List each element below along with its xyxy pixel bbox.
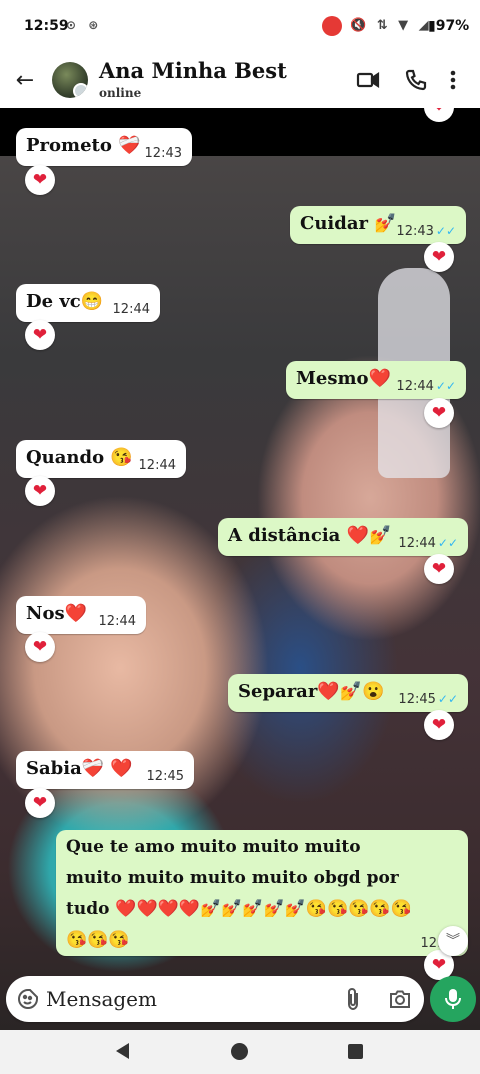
contact-avatar[interactable] [52, 62, 88, 98]
message-bubble-incoming[interactable]: De vc😁 12:44 [16, 284, 160, 322]
reaction-heart[interactable]: ❤ [424, 710, 454, 740]
reaction-heart[interactable]: ❤ [424, 398, 454, 428]
reaction-heart[interactable]: ❤ [25, 165, 55, 195]
system-status-icons: 🔇 ⇅ ▼ ◢ [350, 18, 432, 33]
message-time: 12:44 [112, 302, 150, 317]
video-call-icon[interactable] [356, 68, 380, 92]
message-time: 12:44 ✓✓ [398, 536, 458, 551]
reaction-heart[interactable]: ❤ [424, 242, 454, 272]
voice-record-button[interactable] [430, 976, 476, 1022]
message-bubble-incoming[interactable]: Nos❤️ 12:44 [16, 596, 146, 634]
reaction-heart[interactable]: ❤ [25, 476, 55, 506]
status-bar: 12:59 ⊙ ⊛ 🔇 ⇅ ▼ ◢ ▮97% [0, 0, 480, 52]
message-bubble-outgoing[interactable]: Cuidar 💅 12:43 ✓✓ [290, 206, 466, 244]
message-time: 12:43 [144, 146, 182, 161]
message-time-value: 12:44 [398, 536, 436, 551]
read-receipt-icon: ✓✓ [437, 692, 458, 706]
read-receipt-icon: ✓✓ [435, 224, 456, 238]
message-bubble-incoming[interactable]: Quando 😘 12:44 [16, 440, 186, 478]
message-text: Separar❤️💅😮 [238, 681, 385, 702]
camera-icon[interactable] [388, 987, 412, 1011]
message-text: A distância ❤️💅 [228, 525, 392, 546]
reaction-heart[interactable]: ❤ [25, 320, 55, 350]
message-bubble-incoming[interactable]: Prometo ❤️‍🩹 12:43 [16, 128, 192, 166]
message-bubble-outgoing[interactable]: A distância ❤️💅 12:44 ✓✓ [218, 518, 468, 556]
message-bubble-incoming[interactable]: Sabia❤️‍🩹 ❤️ 12:45 [16, 751, 194, 789]
message-time: 12:45 ✓✓ [398, 692, 458, 707]
contact-name[interactable]: Ana Minha Best [99, 58, 287, 83]
sticker-emoji-icon[interactable] [16, 987, 40, 1011]
message-time-value: 12:44 [396, 379, 434, 394]
message-text: De vc😁 [26, 291, 104, 312]
reaction-heart[interactable]: ❤ [25, 632, 55, 662]
chat-area[interactable]: ❤ Prometo ❤️‍🩹 12:43 ❤ Cuidar 💅 12:43✓✓ … [0, 108, 480, 1030]
message-text: Que te amo muito muito muito muito muito… [66, 837, 412, 950]
system-navigation-bar [0, 1030, 480, 1074]
message-time-value: 12:45 [398, 692, 436, 707]
message-time: 12:44 [98, 614, 136, 629]
voice-call-icon[interactable] [404, 68, 428, 92]
message-text: Sabia❤️‍🩹 ❤️ [26, 758, 133, 779]
reaction-heart[interactable]: ❤ [424, 554, 454, 584]
nav-recents-icon[interactable] [348, 1044, 363, 1059]
battery-indicator: ▮97% [428, 18, 470, 34]
message-text: Quando 😘 [26, 447, 133, 468]
message-input[interactable] [46, 986, 326, 1012]
nav-home-icon[interactable] [231, 1043, 248, 1060]
message-time: 12:45 [146, 769, 184, 784]
message-text: Nos❤️ [26, 603, 88, 624]
message-time: 12:43 ✓✓ [396, 224, 456, 239]
screen-record-icon [322, 16, 342, 36]
message-time: 12:44 ✓✓ [396, 379, 456, 394]
read-receipt-icon: ✓✓ [435, 379, 456, 393]
more-options-icon[interactable] [446, 68, 460, 92]
message-bubble-outgoing[interactable]: Mesmo❤️ 12:44 ✓✓ [286, 361, 466, 399]
microphone-icon [445, 989, 461, 1009]
message-bubble-outgoing[interactable]: Separar❤️💅😮 12:45 ✓✓ [228, 674, 468, 712]
scroll-to-bottom-icon[interactable]: ︾ [438, 926, 468, 956]
message-time-value: 12:43 [396, 224, 434, 239]
back-arrow-icon[interactable]: ← [12, 68, 38, 94]
reaction-heart[interactable]: ❤ [25, 788, 55, 818]
message-text: Mesmo❤️ [296, 368, 391, 389]
chat-header: ← Ana Minha Best online [0, 52, 480, 108]
read-receipt-icon: ✓✓ [437, 536, 458, 550]
message-input-bar [6, 976, 424, 1022]
attach-paperclip-icon[interactable] [342, 987, 364, 1011]
status-time: 12:59 [24, 18, 69, 34]
message-bubble-outgoing[interactable]: Que te amo muito muito muito muito muito… [56, 830, 468, 956]
message-text: Prometo ❤️‍🩹 [26, 135, 141, 156]
contact-status: online [99, 86, 142, 100]
nav-back-icon[interactable] [116, 1043, 129, 1059]
message-text: Cuidar 💅 [300, 213, 397, 234]
avatar-status-badge [73, 83, 88, 98]
message-time: 12:44 [138, 458, 176, 473]
notification-icons: ⊙ ⊛ [66, 18, 103, 32]
